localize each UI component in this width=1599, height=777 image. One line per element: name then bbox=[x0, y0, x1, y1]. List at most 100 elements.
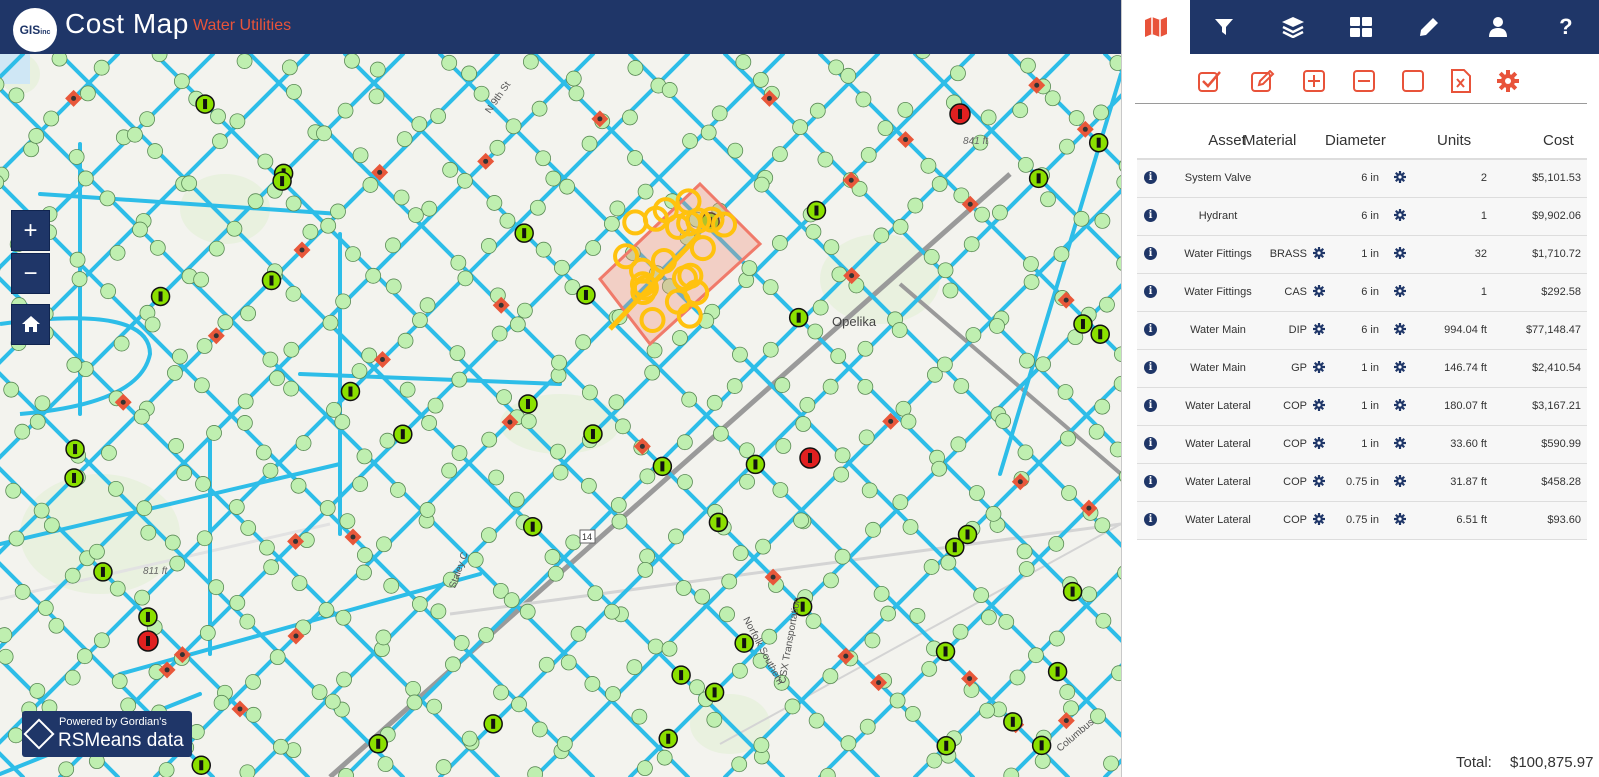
tab-edit[interactable] bbox=[1395, 0, 1463, 54]
header-diameter[interactable]: Diameter bbox=[1325, 132, 1386, 149]
diameter-gear-icon[interactable] bbox=[1394, 285, 1408, 299]
lateral-node bbox=[262, 351, 279, 368]
lateral-node bbox=[580, 477, 597, 494]
table-row[interactable]: i Water Main DIP 6 in 994.04 ft $77,148.47 bbox=[1137, 312, 1587, 350]
lateral-node bbox=[819, 767, 836, 777]
hydrant-glyph bbox=[530, 521, 535, 532]
diameter-gear-icon[interactable] bbox=[1394, 513, 1408, 527]
lateral-node bbox=[700, 124, 717, 141]
export-excel-button[interactable] bbox=[1446, 66, 1476, 96]
diameter-gear-icon[interactable] bbox=[1394, 361, 1408, 375]
lateral-node bbox=[379, 432, 396, 449]
table-row[interactable]: i Hydrant 6 in 1 $9,902.06 bbox=[1137, 198, 1587, 236]
table-row[interactable]: i Water Lateral COP 1 in 33.60 ft $590.99 bbox=[1137, 426, 1587, 464]
zoom-in-button[interactable]: + bbox=[11, 210, 50, 251]
material-gear-icon[interactable] bbox=[1313, 475, 1327, 489]
cell-cost: $458.28 bbox=[1541, 476, 1581, 488]
map-view[interactable]: N 9th St 841 ft 811 ft Opelika CSX Trans… bbox=[0, 54, 1121, 777]
material-gear-icon[interactable] bbox=[1313, 513, 1327, 527]
material-gear-icon[interactable] bbox=[1313, 285, 1327, 299]
lateral-node bbox=[762, 279, 779, 296]
table-row[interactable]: i Water Lateral COP 1 in 180.07 ft $3,167.21 bbox=[1137, 388, 1587, 426]
fitting-center bbox=[164, 667, 170, 673]
lateral-node bbox=[545, 170, 562, 187]
lateral-node bbox=[93, 59, 110, 76]
edit-selection-button[interactable] bbox=[1248, 66, 1278, 96]
table-row[interactable]: i Water Lateral COP 0.75 in 31.87 ft $458.28 bbox=[1137, 464, 1587, 502]
table-row[interactable]: i Water Fittings BRASS 1 in 32 $1,710.72 bbox=[1137, 236, 1587, 274]
lateral-node bbox=[496, 389, 512, 406]
tab-user[interactable] bbox=[1463, 0, 1531, 54]
lateral-node bbox=[677, 474, 693, 490]
material-gear-icon[interactable] bbox=[1313, 437, 1327, 451]
table-toolbar bbox=[1135, 60, 1587, 104]
table-row[interactable]: i Water Main GP 1 in 146.74 ft $2,410.54 bbox=[1137, 350, 1587, 388]
lateral-node bbox=[974, 206, 990, 223]
select-all-button[interactable] bbox=[1195, 66, 1225, 96]
fitting-center bbox=[848, 177, 854, 183]
clear-selection-button[interactable] bbox=[1398, 66, 1428, 96]
home-button[interactable] bbox=[11, 304, 50, 345]
lateral-node bbox=[556, 735, 573, 752]
tab-layers[interactable] bbox=[1259, 0, 1327, 54]
header-units[interactable]: Units bbox=[1437, 132, 1471, 149]
lateral-node bbox=[551, 354, 567, 371]
material-gear-icon[interactable] bbox=[1313, 399, 1327, 413]
lateral-node bbox=[712, 425, 729, 442]
table-row[interactable]: i Water Lateral COP 0.75 in 6.51 ft $93.60 bbox=[1137, 502, 1587, 540]
lateral-node bbox=[262, 462, 279, 479]
fitting-center bbox=[597, 116, 603, 122]
tab-grid[interactable] bbox=[1327, 0, 1395, 54]
cell-material: COP bbox=[1283, 400, 1307, 412]
remove-selection-button[interactable] bbox=[1349, 66, 1379, 96]
fitting-center bbox=[967, 201, 973, 207]
material-gear-icon[interactable] bbox=[1313, 247, 1327, 261]
valve-glyph bbox=[146, 636, 150, 646]
lateral-node bbox=[206, 425, 222, 441]
diameter-gear-icon[interactable] bbox=[1394, 171, 1408, 185]
lateral-node bbox=[173, 73, 190, 90]
cell-cost: $3,167.21 bbox=[1532, 400, 1581, 412]
table-row[interactable]: i System Valve 6 in 2 $5,101.53 bbox=[1137, 160, 1587, 198]
lateral-node bbox=[257, 153, 274, 170]
settings-button[interactable] bbox=[1493, 66, 1523, 96]
diameter-gear-icon[interactable] bbox=[1394, 437, 1408, 451]
lateral-node bbox=[582, 384, 598, 401]
tab-map[interactable] bbox=[1122, 0, 1191, 54]
fitting-center bbox=[1034, 82, 1040, 88]
table-row[interactable]: i Water Fittings CAS 6 in 1 $292.58 bbox=[1137, 274, 1587, 312]
diameter-gear-icon[interactable] bbox=[1394, 247, 1408, 261]
hydrant-glyph bbox=[269, 275, 274, 286]
lateral-node bbox=[799, 396, 816, 413]
tab-help[interactable]: ? bbox=[1532, 0, 1599, 54]
header-material[interactable]: Material bbox=[1243, 132, 1296, 149]
zoom-out-button[interactable]: − bbox=[11, 253, 50, 294]
minus-square-icon bbox=[1353, 70, 1375, 92]
rsmeans-attribution[interactable]: Powered by Gordian's RSMeans data bbox=[22, 711, 192, 757]
header-cost[interactable]: Cost bbox=[1543, 132, 1574, 149]
tab-filter[interactable] bbox=[1190, 0, 1258, 54]
lateral-node bbox=[861, 482, 878, 499]
map-canvas[interactable]: N 9th St 841 ft 811 ft Opelika CSX Trans… bbox=[0, 54, 1121, 777]
diameter-gear-icon[interactable] bbox=[1394, 399, 1408, 413]
lateral-node bbox=[840, 735, 857, 752]
diameter-gear-icon[interactable] bbox=[1394, 323, 1408, 337]
lateral-node bbox=[522, 54, 539, 70]
fitting-center bbox=[120, 399, 126, 405]
cell-units: 33.60 ft bbox=[1450, 438, 1487, 450]
lateral-node bbox=[675, 580, 692, 596]
lateral-node bbox=[1020, 57, 1036, 74]
diameter-gear-icon[interactable] bbox=[1394, 209, 1408, 223]
material-gear-icon[interactable] bbox=[1313, 361, 1327, 375]
excel-icon bbox=[1451, 69, 1471, 93]
lateral-node bbox=[311, 684, 328, 701]
lateral-node bbox=[1048, 535, 1065, 552]
lateral-node bbox=[732, 545, 749, 562]
lateral-node bbox=[1017, 444, 1034, 461]
cell-units: 6.51 ft bbox=[1456, 514, 1487, 526]
material-gear-icon[interactable] bbox=[1313, 323, 1327, 337]
add-selection-button[interactable] bbox=[1299, 66, 1329, 96]
lateral-node bbox=[375, 629, 392, 646]
lateral-node bbox=[405, 681, 422, 697]
diameter-gear-icon[interactable] bbox=[1394, 475, 1408, 489]
